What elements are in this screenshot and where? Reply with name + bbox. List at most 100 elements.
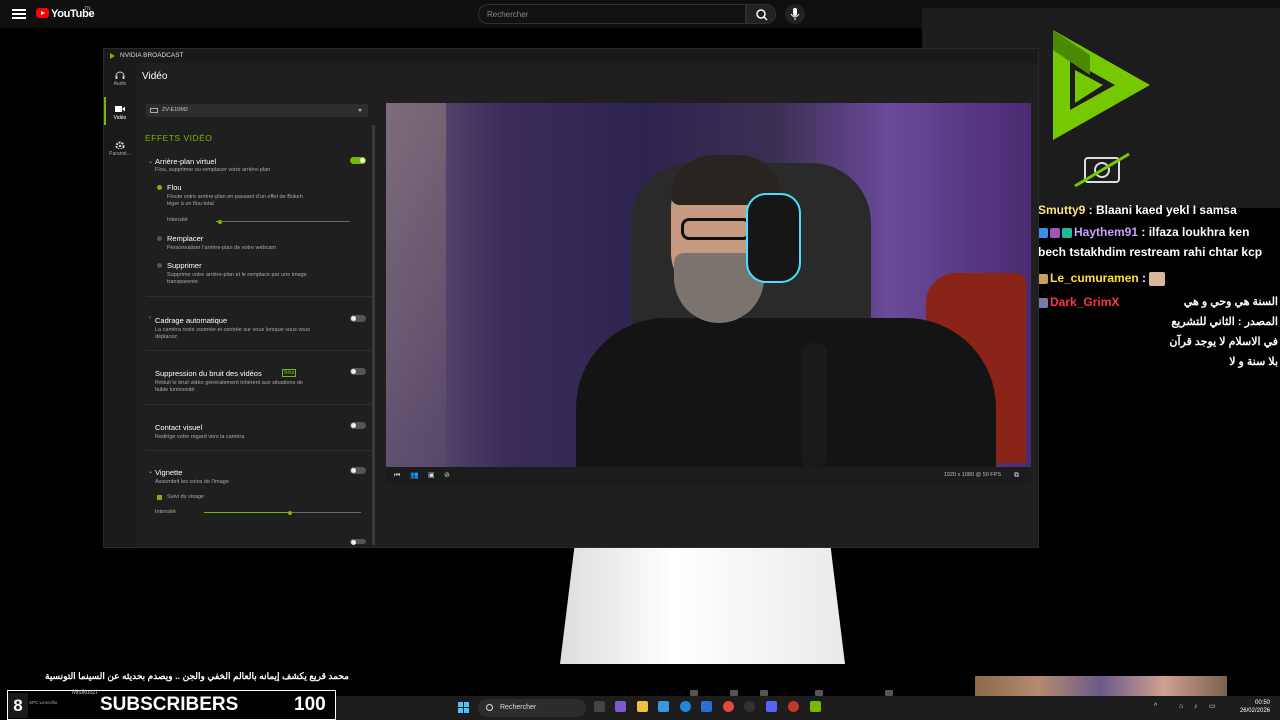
nvidia-broadcast-window: NVIDIA BROADCAST Audio Vidéo Paramè... V… xyxy=(103,48,1039,548)
chevron-up-icon[interactable]: ^ xyxy=(1154,703,1162,711)
clock-time: 00:50 xyxy=(1254,700,1270,706)
vignette-intensity-knob[interactable] xyxy=(288,510,292,515)
badge-icon xyxy=(1050,227,1060,238)
next-effect-toggle[interactable] xyxy=(350,539,366,545)
resolution-select[interactable]: 1920 x 1080 @ 50 FPS xyxy=(944,472,1001,478)
noise-removal-toggle[interactable] xyxy=(350,368,366,375)
youtube-search-button[interactable] xyxy=(746,4,776,24)
chat-message: Haythem91 : ilfaza loukhra ken bech tsta… xyxy=(1038,225,1263,259)
window-title: NVIDIA BROADCAST xyxy=(120,52,184,59)
people-icon[interactable]: 👥 xyxy=(410,472,419,480)
camera-icon[interactable]: ▣ xyxy=(428,472,436,480)
teams-icon[interactable] xyxy=(615,701,626,712)
taskbar-clock[interactable]: 00:50 26/02/2026 xyxy=(1240,699,1270,715)
eye-off-icon[interactable]: ⊘ xyxy=(444,472,452,480)
chevron-down-icon[interactable]: ⌄ xyxy=(148,468,153,475)
replace-desc: Personnaliser l'arrière-plan de votre we… xyxy=(167,245,276,251)
nvidia-broadcast-icon[interactable] xyxy=(810,701,821,712)
badge-icon xyxy=(1062,227,1072,238)
microphone-icon xyxy=(790,8,800,20)
vignette-toggle[interactable] xyxy=(350,467,366,474)
chat-overlay: Smutty9 : Blaani kaed yekl I samsa Hayth… xyxy=(1035,200,1280,368)
preview-toolbar: ⏮ 👥 ▣ ⊘ 1920 x 1080 @ 50 FPS ⧉ xyxy=(386,467,1031,485)
network-icon[interactable]: ⌂ xyxy=(1179,703,1187,711)
virtual-background-title: Arrière-plan virtuel xyxy=(155,157,217,166)
task-view-icon[interactable] xyxy=(594,701,605,712)
preview-person-body xyxy=(576,318,996,467)
chevron-down-icon[interactable]: ⌄ xyxy=(148,158,153,165)
blur-desc-2: léger à un flou total xyxy=(167,201,214,207)
store-icon[interactable] xyxy=(658,701,669,712)
sidebar-item-audio[interactable]: Audio xyxy=(104,71,136,87)
taskbar-search-input[interactable]: Rechercher xyxy=(478,699,586,717)
face-track-label: Suivi du visage xyxy=(167,494,204,500)
nvidia-sidebar: Audio Vidéo Paramè... xyxy=(104,63,136,547)
chevron-down-icon xyxy=(358,109,362,112)
eye-contact-title: Contact visuel xyxy=(155,423,203,432)
chat-message: Dark_GrimX السنة هي وحي و هي المصدر : ال… xyxy=(1038,292,1278,372)
battery-icon[interactable]: ▭ xyxy=(1209,703,1217,711)
vignette-intensity-fill xyxy=(204,512,290,513)
eye-contact-toggle[interactable] xyxy=(350,422,366,429)
file-explorer-icon[interactable] xyxy=(637,701,648,712)
subscriber-goal-badge: 8 xyxy=(8,693,28,718)
divider xyxy=(146,404,372,405)
blur-intensity-slider[interactable] xyxy=(216,221,350,222)
preview-wall xyxy=(386,103,446,467)
windows-taskbar: Rechercher ^ ⌂ ♪ ▭ 00:50 26/02/2026 xyxy=(336,696,1280,720)
blur-intensity-knob[interactable] xyxy=(218,219,222,224)
noise-removal-desc-2: faible luminosité xyxy=(155,387,195,393)
eye-contact-desc: Redirige votre regard vers la caméra xyxy=(155,434,245,440)
skip-icon[interactable]: ⏮ xyxy=(394,472,402,480)
youtube-logo-icon[interactable] xyxy=(36,8,49,18)
discord-icon[interactable] xyxy=(766,701,777,712)
sidebar-item-settings[interactable]: Paramè... xyxy=(104,141,136,157)
face-track-checkbox[interactable] xyxy=(157,495,162,500)
camera-device-select[interactable]: ZV-E10M2 xyxy=(146,104,368,117)
page-title: Vidéo xyxy=(142,71,168,82)
news-headline: محمد قريع يكشف إيمانه بالعالم الخفي والج… xyxy=(45,671,349,681)
blur-radio[interactable] xyxy=(157,185,162,190)
camera-icon xyxy=(150,108,158,113)
search-icon xyxy=(486,704,493,711)
camera-off-icon xyxy=(1074,152,1130,188)
app-icon[interactable] xyxy=(701,701,712,712)
virtual-background-toggle[interactable] xyxy=(350,157,366,164)
preview-microphone xyxy=(801,343,827,467)
windows-start-icon[interactable] xyxy=(458,702,469,713)
search-icon xyxy=(756,9,768,21)
edge-icon[interactable] xyxy=(680,701,691,712)
blur-intensity-label: Intensité xyxy=(167,217,188,223)
volume-icon[interactable]: ♪ xyxy=(1194,703,1202,711)
window-titlebar[interactable]: NVIDIA BROADCAST xyxy=(104,49,1038,63)
subscribers-count: 100 xyxy=(294,694,326,715)
video-effects-panel: EFFETS VIDÉO ⌄ Arrière-plan virtuel Flou… xyxy=(136,121,376,547)
divider xyxy=(146,450,372,451)
video-camera-icon xyxy=(115,106,125,112)
webcam-feed-shirt xyxy=(560,548,845,664)
auto-frame-toggle[interactable] xyxy=(350,315,366,322)
chevron-right-icon[interactable]: › xyxy=(149,315,151,321)
preview-glasses xyxy=(681,218,751,240)
voice-search-button[interactable] xyxy=(785,4,805,24)
settings-scrollbar[interactable] xyxy=(372,125,375,545)
blur-title: Flou xyxy=(167,183,182,192)
replace-radio[interactable] xyxy=(157,236,162,241)
section-title: EFFETS VIDÉO xyxy=(145,133,213,143)
auto-frame-desc: La caméra reste zoomée et centrée sur vo… xyxy=(155,327,310,333)
noise-removal-title: Suppression du bruit des vidéos xyxy=(155,369,262,378)
remove-radio[interactable] xyxy=(157,263,162,268)
gear-icon xyxy=(115,141,125,149)
sidebar-item-video[interactable]: Vidéo xyxy=(104,105,136,121)
vignette-intensity-label: Intensité xyxy=(155,509,176,515)
obs-icon[interactable] xyxy=(744,701,755,712)
subscribers-label: SUBSCRIBERS xyxy=(100,694,239,715)
chat-message: Smutty9 : Blaani kaed yekl I samsa xyxy=(1038,203,1237,217)
youtube-search-input[interactable]: Rechercher xyxy=(478,4,746,24)
app-icon-red[interactable] xyxy=(788,701,799,712)
hamburger-menu-icon[interactable] xyxy=(12,7,26,21)
compare-icon[interactable]: ⧉ xyxy=(1014,472,1022,480)
chrome-icon[interactable] xyxy=(723,701,734,712)
preview-headset xyxy=(746,193,801,283)
headphones-icon xyxy=(115,71,125,79)
